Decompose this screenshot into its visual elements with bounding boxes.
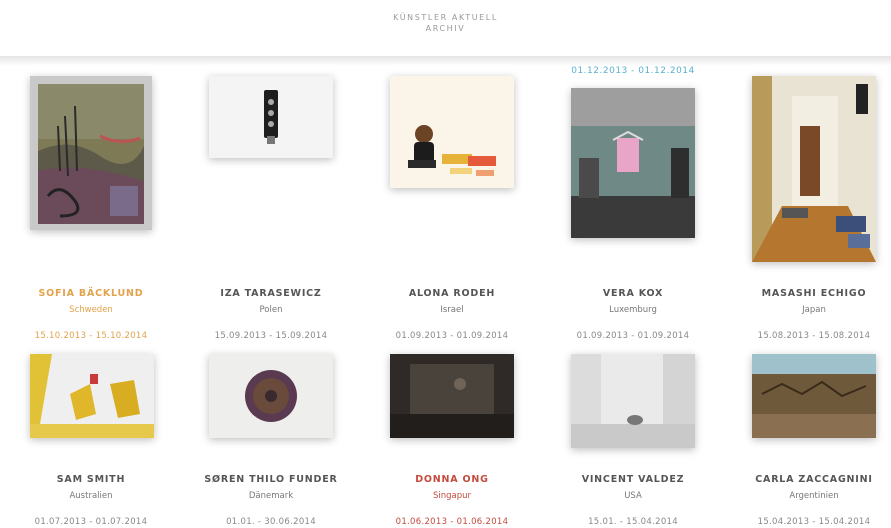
top-navigation: KÜNSTLER AKTUELL ARCHIV xyxy=(0,0,891,62)
artist-card-1[interactable]: SOFIA BÄCKLUND Schweden 15.10.2013 - 15.… xyxy=(1,288,181,342)
artist-card-5[interactable]: MASASHI ECHIGO Japan 15.08.2013 - 15.08.… xyxy=(724,288,891,342)
artist-country: USA xyxy=(624,491,642,501)
circle-artwork-image xyxy=(209,354,333,438)
artist-name[interactable]: SOFIA BÄCKLUND xyxy=(1,288,181,300)
hallway-photo xyxy=(752,76,876,262)
artist-card-6[interactable]: SAM SMITH Australien 01.07.2013 - 01.07.… xyxy=(1,474,181,528)
artist-name[interactable]: ALONA RODEH xyxy=(362,288,542,300)
exhibition-date-range: 15.09.2013 - 15.09.2014 xyxy=(214,331,328,341)
artwork-thumbnail-sofia-backlund[interactable] xyxy=(30,76,152,230)
dark-installation-photo xyxy=(390,354,514,438)
installation-photo xyxy=(390,76,514,188)
artist-country: Argentinien xyxy=(789,491,839,501)
artist-card-3[interactable]: ALONA RODEH Israel 01.09.2013 - 01.09.20… xyxy=(362,288,542,342)
nav-divider xyxy=(0,56,891,66)
featured-date: 01.12.2013 - 01.12.2014 xyxy=(571,66,695,76)
artist-name[interactable]: VERA KOX xyxy=(543,288,723,300)
artist-name[interactable]: IZA TARASEWICZ xyxy=(181,288,361,300)
artist-country: Japan xyxy=(802,305,826,315)
artist-name[interactable]: MASASHI ECHIGO xyxy=(724,288,891,300)
artist-card-9[interactable]: VINCENT VALDEZ USA 15.01. - 15.04.2014 xyxy=(543,474,723,528)
artist-country: Schweden xyxy=(69,305,113,315)
artist-country: Singapur xyxy=(432,491,472,501)
nav-link-archiv[interactable]: ARCHIV xyxy=(0,23,891,34)
artwork-thumbnail-sam-smith[interactable] xyxy=(30,354,154,438)
exhibition-date-range: 01.01. - 30.06.2014 xyxy=(226,517,316,527)
artist-country: Australien xyxy=(69,491,113,501)
artwork-thumbnail-iza-tarasewicz[interactable] xyxy=(209,76,333,158)
artist-name[interactable]: SØREN THILO FUNDER xyxy=(181,474,361,486)
exhibition-date-range: 01.09.2013 - 01.09.2014 xyxy=(395,331,509,341)
hall-installation-photo xyxy=(752,354,876,438)
exhibition-date-range: 15.10.2013 - 15.10.2014 xyxy=(34,331,148,341)
room-photo xyxy=(571,88,695,238)
artwork-thumbnail-carla-zaccagnini[interactable] xyxy=(752,354,876,438)
artist-country: Dänemark xyxy=(248,491,294,501)
painting-image xyxy=(38,84,144,224)
sculpture-image xyxy=(264,90,278,144)
artist-country: Polen xyxy=(259,305,283,315)
artist-card-2[interactable]: IZA TARASEWICZ Polen 15.09.2013 - 15.09.… xyxy=(181,288,361,342)
gallery-photo xyxy=(571,354,695,448)
artist-name[interactable]: DONNA ONG xyxy=(362,474,542,486)
artist-name[interactable]: CARLA ZACCAGNINI xyxy=(724,474,891,486)
artwork-thumbnail-masashi-echigo[interactable] xyxy=(752,76,876,262)
artwork-thumbnail-donna-ong[interactable] xyxy=(390,354,514,438)
exhibition-date-range: 01.06.2013 - 01.06.2014 xyxy=(395,517,509,527)
artwork-thumbnail-vera-kox[interactable] xyxy=(571,88,695,238)
artist-country: Luxemburg xyxy=(609,305,657,315)
artist-name[interactable]: SAM SMITH xyxy=(1,474,181,486)
exhibition-date-range: 15.08.2013 - 15.08.2014 xyxy=(757,331,871,341)
artist-country: Israel xyxy=(440,305,464,315)
artist-card-4[interactable]: VERA KOX Luxemburg 01.09.2013 - 01.09.20… xyxy=(543,288,723,342)
exhibition-date-range: 01.09.2013 - 01.09.2014 xyxy=(576,331,690,341)
artist-card-8[interactable]: DONNA ONG Singapur 01.06.2013 - 01.06.20… xyxy=(362,474,542,528)
exhibition-date-range: 01.07.2013 - 01.07.2014 xyxy=(34,517,148,527)
nav-link-kuenstler-aktuell[interactable]: KÜNSTLER AKTUELL xyxy=(0,0,891,23)
artwork-thumbnail-vincent-valdez[interactable] xyxy=(571,354,695,448)
exhibition-date-range: 15.01. - 15.04.2014 xyxy=(588,517,678,527)
artwork-thumbnail-soren-thilo-funder[interactable] xyxy=(209,354,333,438)
artist-name[interactable]: VINCENT VALDEZ xyxy=(543,474,723,486)
artist-card-7[interactable]: SØREN THILO FUNDER Dänemark 01.01. - 30.… xyxy=(181,474,361,528)
yellow-installation-photo xyxy=(30,354,154,438)
artwork-thumbnail-alona-rodeh[interactable] xyxy=(390,76,514,188)
artist-card-10[interactable]: CARLA ZACCAGNINI Argentinien 15.04.2013 … xyxy=(724,474,891,528)
exhibition-date-range: 15.04.2013 - 15.04.2014 xyxy=(757,517,871,527)
